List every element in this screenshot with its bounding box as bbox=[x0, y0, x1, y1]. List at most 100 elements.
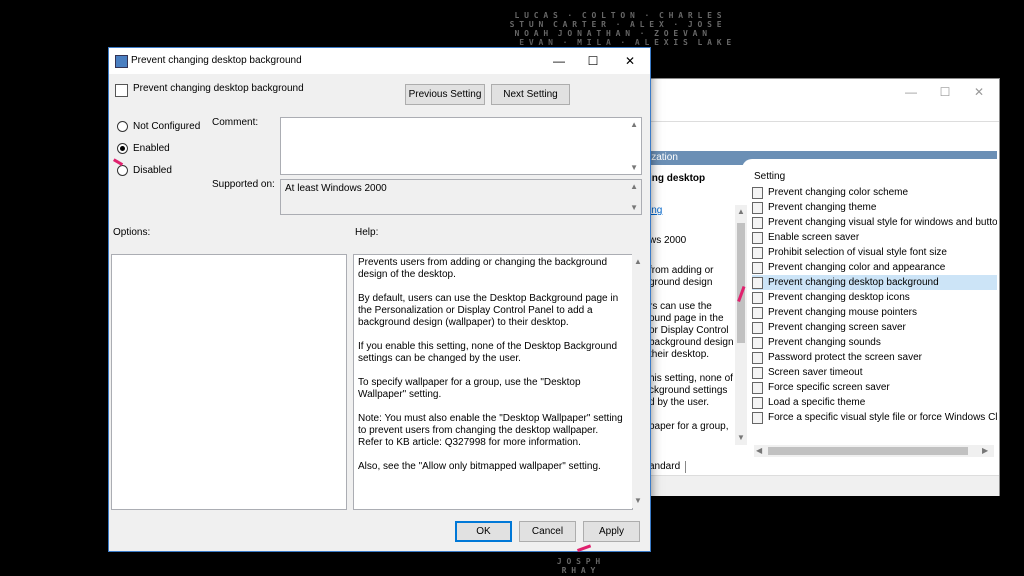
setting-icon bbox=[752, 276, 763, 289]
scroll-up-icon[interactable]: ▲ bbox=[737, 207, 745, 216]
radio-circle[interactable] bbox=[117, 121, 128, 132]
comment-field[interactable]: ▲ ▼ bbox=[280, 117, 642, 175]
setting-row[interactable]: Prohibit selection of visual style font … bbox=[752, 245, 997, 260]
setting-icon bbox=[752, 336, 763, 349]
gp-desc-lines: from adding or ground design rs can use th… bbox=[649, 265, 744, 433]
setting-icon bbox=[752, 396, 763, 409]
setting-row-selected[interactable]: Prevent changing desktop background bbox=[752, 275, 997, 290]
group-policy-window: — ☐ ✕ ization ing desktop ing ws 2000 fr… bbox=[648, 78, 1000, 496]
options-label: Options: bbox=[113, 227, 151, 238]
setting-row[interactable]: Prevent changing desktop icons bbox=[752, 290, 997, 305]
setting-row[interactable]: Screen saver timeout bbox=[752, 365, 997, 380]
setting-row[interactable]: Prevent changing color scheme bbox=[752, 185, 997, 200]
scroll-up-icon[interactable]: ▲ bbox=[630, 182, 638, 191]
setting-icon bbox=[752, 411, 763, 424]
radio-disabled[interactable]: Disabled bbox=[117, 165, 172, 176]
gp-desc-line bbox=[649, 289, 744, 301]
scroll-down-icon[interactable]: ▼ bbox=[737, 433, 745, 442]
help-paragraph: Note: You must also enable the "Desktop … bbox=[358, 413, 623, 448]
setting-label: Password protect the screen saver bbox=[768, 352, 922, 363]
gp-desc-line: ground design bbox=[649, 277, 713, 288]
radio-circle-selected[interactable] bbox=[117, 143, 128, 154]
setting-icon bbox=[752, 351, 763, 364]
setting-icon bbox=[115, 84, 128, 97]
help-paragraph: Prevents users from adding or changing t… bbox=[358, 257, 608, 280]
options-pane bbox=[111, 254, 347, 510]
gp-desc-line: from adding or bbox=[649, 265, 714, 276]
gp-desc-line: d by the user. bbox=[649, 397, 710, 408]
cancel-button[interactable]: Cancel bbox=[519, 521, 576, 542]
scroll-up-icon[interactable]: ▲ bbox=[634, 257, 642, 266]
supported-label: Supported on: bbox=[212, 179, 275, 190]
setting-label: Prevent changing desktop icons bbox=[768, 292, 910, 303]
next-setting-button[interactable]: Next Setting bbox=[491, 84, 570, 105]
apply-button[interactable]: Apply bbox=[583, 521, 640, 542]
gp-tab-standard[interactable]: andard bbox=[649, 461, 686, 473]
setting-row[interactable]: Prevent changing screen saver bbox=[752, 320, 997, 335]
gp-status-bar bbox=[649, 475, 999, 496]
gp-desc-line: paper for a group, bbox=[649, 421, 729, 432]
settings-horizontal-scrollbar[interactable]: ◀ ▶ bbox=[754, 445, 994, 457]
scroll-down-icon[interactable]: ▼ bbox=[630, 163, 638, 172]
setting-row[interactable]: Password protect the screen saver bbox=[752, 350, 997, 365]
setting-column-header[interactable]: Setting bbox=[754, 171, 785, 182]
gp-settings-pane: Setting Prevent changing color scheme Pre… bbox=[742, 159, 999, 489]
gp-desc-line: ound page in the bbox=[649, 313, 724, 324]
maximize-icon[interactable]: ☐ bbox=[931, 83, 959, 101]
radio-not-configured[interactable]: Not Configured bbox=[117, 121, 200, 132]
setting-label: Prevent changing color scheme bbox=[768, 187, 909, 198]
setting-row[interactable]: Force a specific visual style file or fo… bbox=[752, 410, 997, 425]
help-pane: Prevents users from adding or changing t… bbox=[353, 254, 633, 510]
setting-label: Prevent changing screen saver bbox=[768, 322, 906, 333]
setting-label: Enable screen saver bbox=[768, 232, 860, 243]
gp-desc-line: background design bbox=[649, 337, 734, 348]
previous-setting-button[interactable]: Previous Setting bbox=[405, 84, 485, 105]
wallpaper-text-bottom: J O S P H R H A Y bbox=[556, 557, 601, 575]
gp-desc-os: ws 2000 bbox=[649, 235, 687, 246]
scroll-down-icon[interactable]: ▼ bbox=[634, 496, 642, 505]
supported-field: At least Windows 2000 ▲ ▼ bbox=[280, 179, 642, 215]
close-icon[interactable]: ✕ bbox=[965, 83, 993, 101]
setting-row[interactable]: Load a specific theme bbox=[752, 395, 997, 410]
setting-icon bbox=[752, 216, 763, 229]
setting-label: Prevent changing desktop background bbox=[768, 277, 939, 288]
scroll-thumb[interactable] bbox=[737, 223, 745, 343]
setting-row[interactable]: Prevent changing mouse pointers bbox=[752, 305, 997, 320]
gp-title-bar: — ☐ ✕ bbox=[649, 79, 999, 105]
help-label: Help: bbox=[355, 227, 379, 238]
scroll-left-icon[interactable]: ◀ bbox=[756, 446, 762, 455]
radio-circle[interactable] bbox=[117, 165, 128, 176]
scroll-down-icon[interactable]: ▼ bbox=[630, 203, 638, 212]
maximize-icon[interactable]: ☐ bbox=[579, 52, 607, 70]
close-icon[interactable]: ✕ bbox=[616, 52, 644, 70]
radio-enabled[interactable]: Enabled bbox=[117, 143, 170, 154]
setting-list: Prevent changing color scheme Prevent cha… bbox=[752, 185, 997, 425]
setting-label: Screen saver timeout bbox=[768, 367, 863, 378]
help-paragraph: If you enable this setting, none of the … bbox=[358, 341, 618, 364]
ok-button[interactable]: OK bbox=[455, 521, 512, 542]
radio-label: Enabled bbox=[133, 143, 170, 154]
wallpaper-text-top: L U C A S · C O L T O N · C H A R L E S … bbox=[509, 11, 732, 47]
setting-row[interactable]: Enable screen saver bbox=[752, 230, 997, 245]
settings-vertical-scrollbar[interactable]: ▲ ▼ bbox=[735, 205, 747, 445]
help-scrollbar[interactable]: ▲ ▼ bbox=[632, 254, 644, 508]
setting-icon bbox=[752, 186, 763, 199]
setting-icon bbox=[752, 381, 763, 394]
setting-row[interactable]: Prevent changing sounds bbox=[752, 335, 997, 350]
minimize-icon[interactable]: — bbox=[545, 52, 573, 70]
minimize-icon[interactable]: — bbox=[897, 83, 925, 101]
gp-desc-line: or Display Control bbox=[649, 325, 729, 336]
setting-label: Prevent changing mouse pointers bbox=[768, 307, 917, 318]
help-paragraph: Also, see the "Allow only bitmapped wall… bbox=[358, 461, 601, 472]
setting-row[interactable]: Prevent changing visual style for window… bbox=[752, 215, 997, 230]
setting-row[interactable]: Force specific screen saver bbox=[752, 380, 997, 395]
scroll-up-icon[interactable]: ▲ bbox=[630, 120, 638, 129]
setting-label: Load a specific theme bbox=[768, 397, 866, 408]
setting-icon bbox=[752, 246, 763, 259]
gp-desc-line: rs can use the bbox=[649, 301, 712, 312]
hscroll-thumb[interactable] bbox=[768, 447, 968, 455]
setting-row[interactable]: Prevent changing color and appearance bbox=[752, 260, 997, 275]
setting-row[interactable]: Prevent changing theme bbox=[752, 200, 997, 215]
gp-desc-link[interactable]: ing bbox=[649, 205, 744, 217]
scroll-right-icon[interactable]: ▶ bbox=[982, 446, 988, 455]
